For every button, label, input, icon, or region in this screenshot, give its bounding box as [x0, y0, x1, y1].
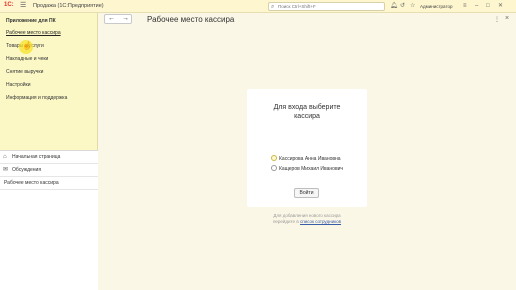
page-title: Рабочее место кассира [147, 15, 235, 24]
app-title: Продажа (1С:Предприятие) [33, 3, 104, 9]
sidebar-heading: Приложение для ПК [6, 18, 56, 24]
main-content: ← → Рабочее место кассира ⋮ × Для входа … [99, 13, 516, 290]
search-icon: ⌕ [271, 4, 275, 10]
radio-button[interactable] [271, 155, 277, 161]
employees-list-link[interactable]: список сотрудников [300, 219, 341, 224]
cashier-option-2[interactable]: Кащеров Михаил Иванович [271, 165, 343, 172]
login-panel: Для входа выберите кассира Кассирова Анн… [247, 89, 367, 207]
sidebar-item-settings[interactable]: Настройки [6, 82, 31, 88]
hand-cursor-icon: ☝ [22, 41, 32, 50]
close-window-icon[interactable]: ✕ [498, 2, 503, 10]
window-home[interactable]: ⌂ Начальная страница [0, 151, 98, 164]
history-nav: ← → [104, 14, 132, 24]
sidebar: Приложение для ПК Рабочее место кассира … [0, 13, 98, 290]
search-input[interactable] [278, 3, 382, 10]
sidebar-item-info[interactable]: Информация и поддержка [6, 95, 67, 101]
forward-arrow-icon[interactable]: → [119, 15, 132, 23]
more-options-icon[interactable]: ⋮ [494, 16, 500, 23]
minimize-icon[interactable]: – [475, 2, 478, 10]
maximize-icon[interactable]: □ [486, 2, 490, 10]
sidebar-item-cashier-workplace[interactable]: Рабочее место кассира [6, 30, 61, 36]
user-name[interactable]: Администратор [420, 3, 452, 10]
window-discussions[interactable]: ✉ Обсуждения [0, 164, 98, 177]
back-arrow-icon[interactable]: ← [105, 15, 118, 23]
global-search[interactable]: ⌕ [268, 2, 385, 11]
top-bar: 1C: ☰ Продажа (1С:Предприятие) ⌕ 🔔︎ ↺ ☆ … [0, 0, 516, 13]
history-icon[interactable]: ↺ [400, 2, 405, 10]
cashier-option-1[interactable]: Кассирова Анна Ивановна [271, 155, 341, 162]
home-icon: ⌂ [3, 154, 7, 160]
add-cashier-hint: Для добавления нового кассира перейдите … [272, 213, 342, 224]
login-heading: Для входа выберите кассира [273, 104, 341, 120]
login-button[interactable]: Войти [294, 188, 319, 198]
sidebar-item-revenue[interactable]: Снятие выручки [6, 69, 43, 75]
star-icon[interactable]: ☆ [410, 2, 415, 10]
bell-icon[interactable]: 🔔︎ [390, 2, 398, 10]
window-cashier-workplace[interactable]: Рабочее место кассира [0, 177, 98, 190]
close-icon[interactable]: × [505, 15, 509, 22]
main-menu-icon[interactable]: ☰ [20, 2, 26, 10]
chat-icon: ✉ [3, 167, 9, 173]
settings-icon[interactable]: ≡ [463, 2, 467, 10]
radio-button[interactable] [271, 165, 277, 171]
app-logo: 1C: [4, 2, 14, 8]
sidebar-item-invoices[interactable]: Накладные и чеки [6, 56, 48, 62]
open-windows-panel: ⌂ Начальная страница ✉ Обсуждения Рабоче… [0, 150, 98, 290]
